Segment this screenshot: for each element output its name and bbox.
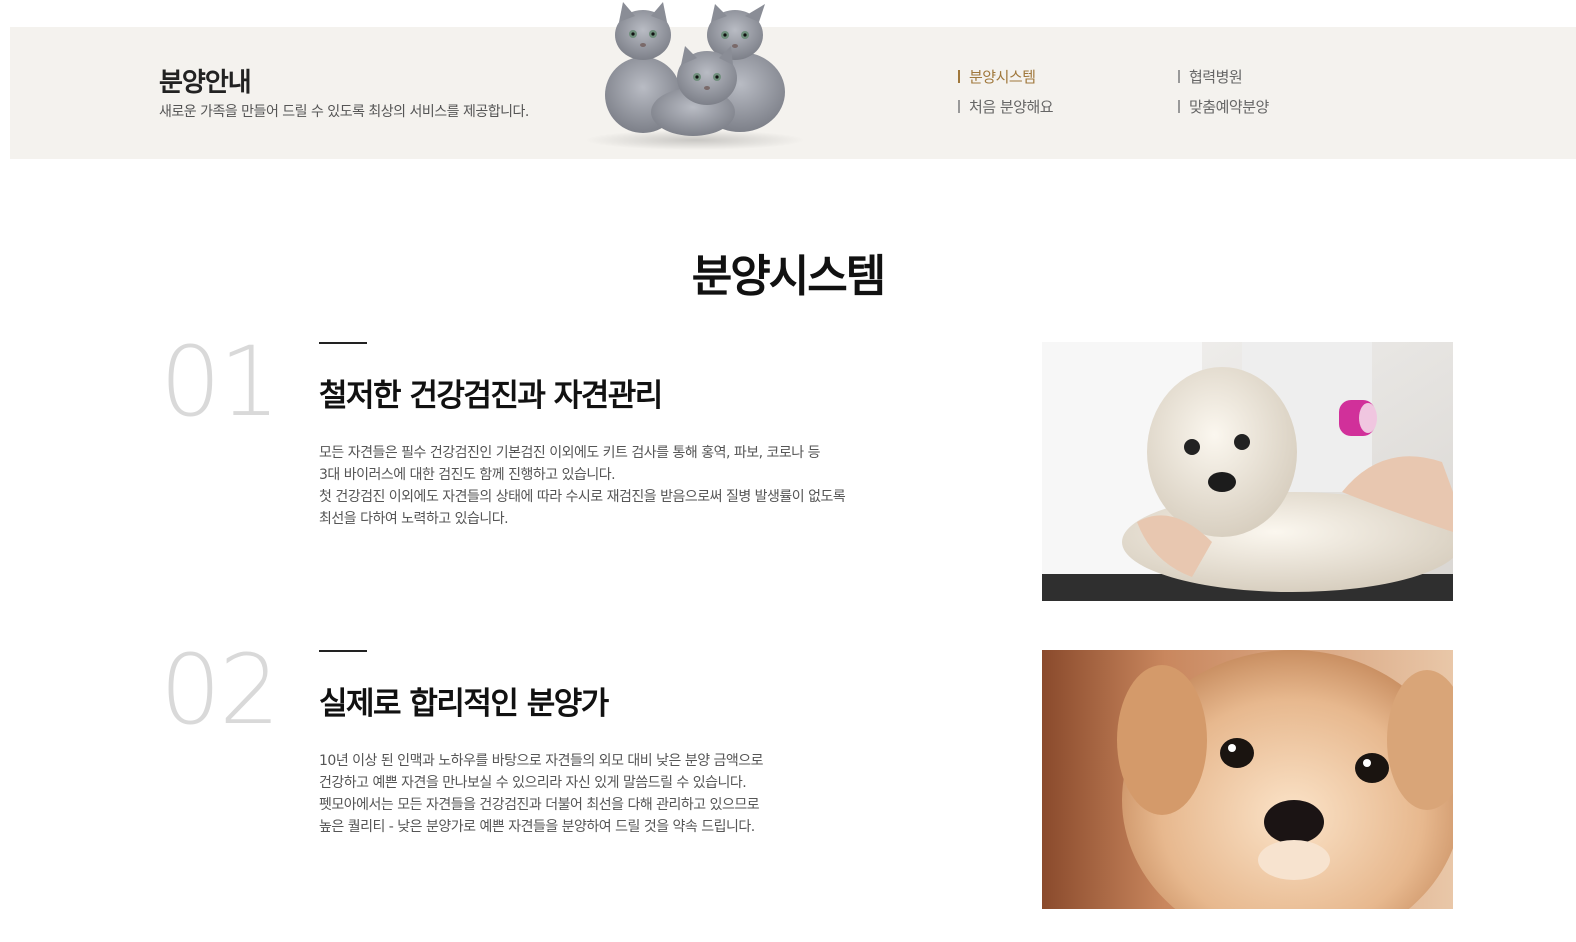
subnav-item-adoption-system[interactable]: 분양시스템 [958,66,1036,87]
description-line: 펫모아에서는 모든 자견들을 건강검진과 더불어 최선을 다해 관리하고 있으므… [319,797,760,813]
description-line: 3대 바이러스에 대한 검진도 함께 진행하고 있습니다. [319,467,616,483]
subnav-label: 처음 분양해요 [969,98,1054,116]
divider-bar [958,100,960,113]
description-line: 최선을 다하여 노력하고 있습니다. [319,511,509,527]
description-line: 건강하고 예쁜 자견을 만나보실 수 있으리라 자신 있게 말씀드릴 수 있습니… [319,775,747,791]
subnav-label: 분양시스템 [969,68,1036,86]
sub-navigation: 분양시스템 협력병원 처음 분양해요 맞춤예약분양 [958,66,1318,126]
subnav-item-partner-hospital[interactable]: 협력병원 [1178,66,1243,87]
description-line: 모든 자견들은 필수 건강검진인 기본검진 이외에도 키트 검사를 통해 홍역,… [319,445,820,461]
subnav-item-first-adoption[interactable]: 처음 분양해요 [958,96,1054,117]
subnav-label: 맞춤예약분양 [1189,98,1269,116]
description-line: 10년 이상 된 인맥과 노하우를 바탕으로 자견들의 외모 대비 낮은 분양 … [319,753,764,769]
vet-exam-photo [1042,342,1453,601]
page-category-subtitle: 새로운 가족을 만들어 드릴 수 있도록 최상의 서비스를 제공합니다. [159,104,529,120]
divider-bar [958,70,960,83]
subnav-item-custom-reservation[interactable]: 맞춤예약분양 [1178,96,1269,117]
feature-divider [319,650,367,652]
feature-number: 02 [160,634,280,746]
divider-bar [1178,70,1180,83]
section-title: 분양시스템 [691,251,886,302]
subnav-label: 협력병원 [1189,68,1243,86]
feature-description: 10년 이상 된 인맥과 노하우를 바탕으로 자견들의 외모 대비 낮은 분양 … [319,750,764,838]
kittens-image [585,2,805,150]
description-line: 높은 퀄리티 - 낮은 분양가로 예쁜 자견들을 분양하여 드릴 것을 약속 드… [319,819,755,835]
feature-number: 01 [160,326,280,438]
feature-heading: 실제로 합리적인 분양가 [319,686,609,722]
feature-divider [319,342,367,344]
divider-bar [1178,100,1180,113]
feature-description: 모든 자견들은 필수 건강검진인 기본검진 이외에도 키트 검사를 통해 홍역,… [319,442,846,530]
description-line: 첫 건강검진 이외에도 자견들의 상태에 따라 수시로 재검진을 받음으로써 질… [319,489,846,505]
feature-heading: 철저한 건강검진과 자견관리 [319,378,663,414]
page-category-title: 분양안내 [159,68,252,98]
puppy-photo [1042,650,1453,909]
